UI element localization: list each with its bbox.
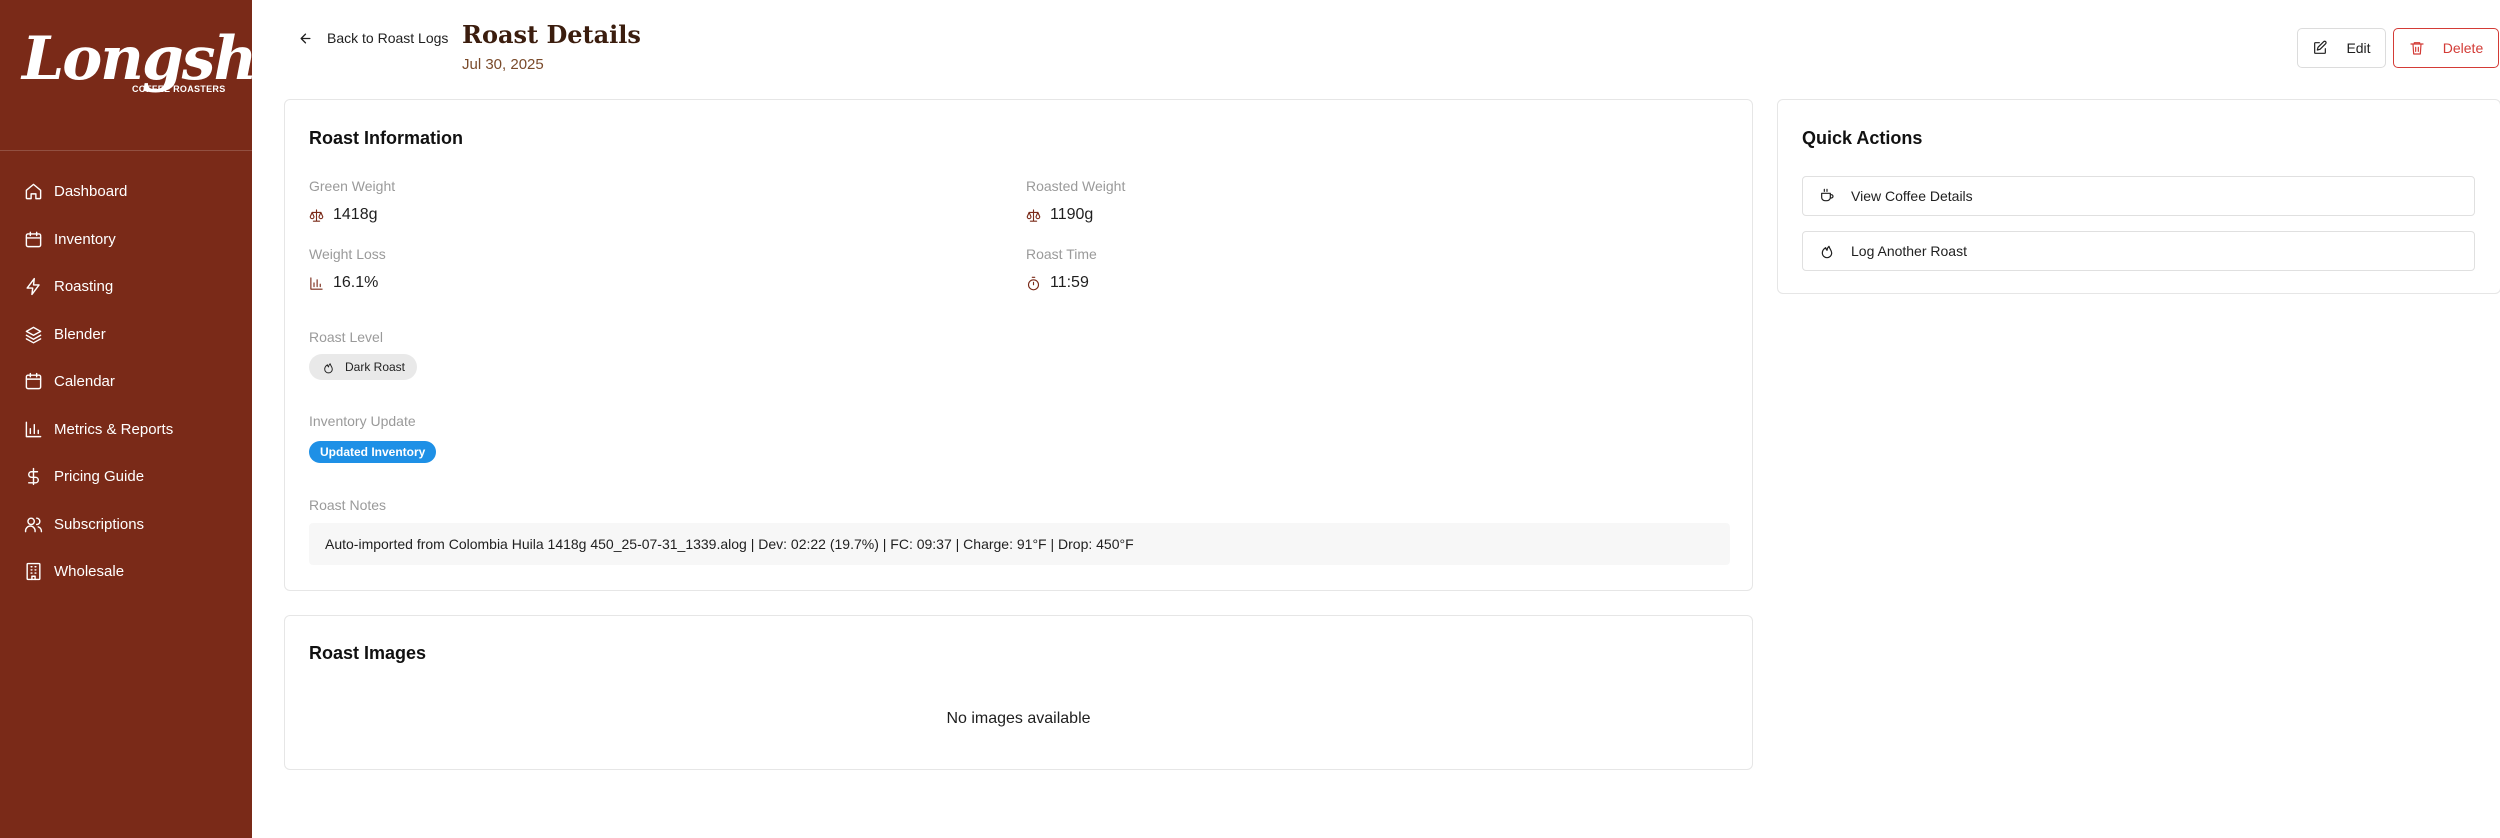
weight-loss-text: 16.1% [333,274,379,291]
roast-level-label: Roast Level [309,329,383,345]
sidebar-item-label: Metrics & Reports [54,420,174,438]
edit-icon [2314,40,2328,54]
roast-date: Jul 30, 2025 [462,56,544,73]
calendar-icon [25,373,42,390]
delete-label: Delete [2442,40,2484,56]
edit-label: Edit [2346,40,2371,56]
sidebar-item-roasting[interactable]: Roasting [0,263,252,311]
green-weight-text: 1418g [333,206,378,223]
view-coffee-details-button[interactable]: View Coffee Details [1802,176,2475,216]
flame-icon [1821,245,1833,259]
sidebar-item-blender[interactable]: Blender [0,311,252,359]
home-icon [25,183,42,200]
sidebar-nav: Dashboard Inventory Roasting Blender Cal… [0,151,252,596]
bar-chart-icon [25,421,42,438]
page-title: Roast Details [462,20,641,49]
arrow-left-icon [300,33,311,43]
brand-logo[interactable]: Longshot COFFEE ROASTERS [0,0,321,151]
roast-time-text: 11:59 [1050,274,1089,291]
roast-information-card: Roast Information Green Weight 1418g Roa… [284,99,1753,591]
dollar-icon [28,468,39,486]
roast-level-text: Dark Roast [345,360,406,374]
users-icon [24,517,43,533]
quick-actions-title: Quick Actions [1802,128,1923,148]
sidebar-item-label: Wholesale [54,563,125,581]
scale-icon [1026,208,1041,222]
no-images-text: No images available [946,710,1091,727]
sidebar-item-inventory[interactable]: Inventory [0,216,252,264]
inventory-update-label: Inventory Update [309,413,416,429]
sidebar-item-metrics-reports[interactable]: Metrics & Reports [0,406,252,454]
roast-level-badge: Dark Roast [309,354,418,380]
building-icon [26,563,41,581]
roast-notes-box: Auto-imported from Colombia Huila 1418g … [309,523,1730,565]
roast-time-label: Roast Time [1026,246,1097,262]
quick-actions-card: Quick Actions View Coffee Details Log An… [1777,99,2500,294]
roasted-weight-value: 1190g [1026,206,1093,224]
sidebar-item-pricing-guide[interactable]: Pricing Guide [0,453,252,501]
sidebar-item-label: Blender [54,325,106,343]
delete-button[interactable]: Delete [2393,28,2499,68]
sidebar-item-label: Calendar [54,373,115,391]
roast-images-card: Roast Images No images available [284,615,1753,770]
green-weight-label: Green Weight [309,178,396,194]
sidebar-item-label: Dashboard [54,183,128,201]
sidebar-item-label: Pricing Guide [54,468,145,486]
roasted-weight-text: 1190g [1050,206,1094,223]
bar-chart-icon [310,276,323,290]
flame-icon [324,362,333,373]
roast-notes-label: Roast Notes [309,497,387,513]
edit-button[interactable]: Edit [2297,28,2386,68]
calendar-box-icon [25,231,42,248]
weight-loss-label: Weight Loss [309,246,386,262]
sidebar-item-calendar[interactable]: Calendar [0,358,252,406]
lightning-icon [26,278,40,296]
sidebar-item-label: Inventory [54,230,116,248]
sidebar-item-label: Roasting [54,278,114,296]
view-coffee-details-label: View Coffee Details [1851,188,1973,204]
weight-loss-value: 16.1% [309,274,378,292]
coffee-cup-icon [1821,188,1834,202]
roast-time-value: 11:59 [1026,274,1089,292]
roast-information-title: Roast Information [309,128,464,148]
sidebar-item-label: Subscriptions [54,515,145,533]
timer-icon [1027,276,1040,290]
sidebar-item-wholesale[interactable]: Wholesale [0,548,252,596]
back-to-roast-logs-link[interactable]: Back to Roast Logs [298,30,448,46]
log-another-roast-label: Log Another Roast [1851,243,1967,259]
roast-images-title: Roast Images [309,643,427,663]
roasted-weight-label: Roasted Weight [1026,178,1126,194]
inventory-update-badge: Updated Inventory [309,441,437,463]
scale-icon [309,208,324,222]
main-content: Back to Roast Logs Roast Details Jul 30,… [252,0,2500,838]
trash-icon [2410,42,2424,55]
sidebar-item-dashboard[interactable]: Dashboard [0,168,252,216]
sidebar: Longshot COFFEE ROASTERS Dashboard Inven… [0,0,321,838]
brand-subtitle: COFFEE ROASTERS [132,84,226,94]
green-weight-value: 1418g [309,206,378,224]
sidebar-item-subscriptions[interactable]: Subscriptions [0,501,252,549]
layers-icon [25,326,42,344]
log-another-roast-button[interactable]: Log Another Roast [1802,231,2475,271]
back-link-label: Back to Roast Logs [327,30,449,46]
